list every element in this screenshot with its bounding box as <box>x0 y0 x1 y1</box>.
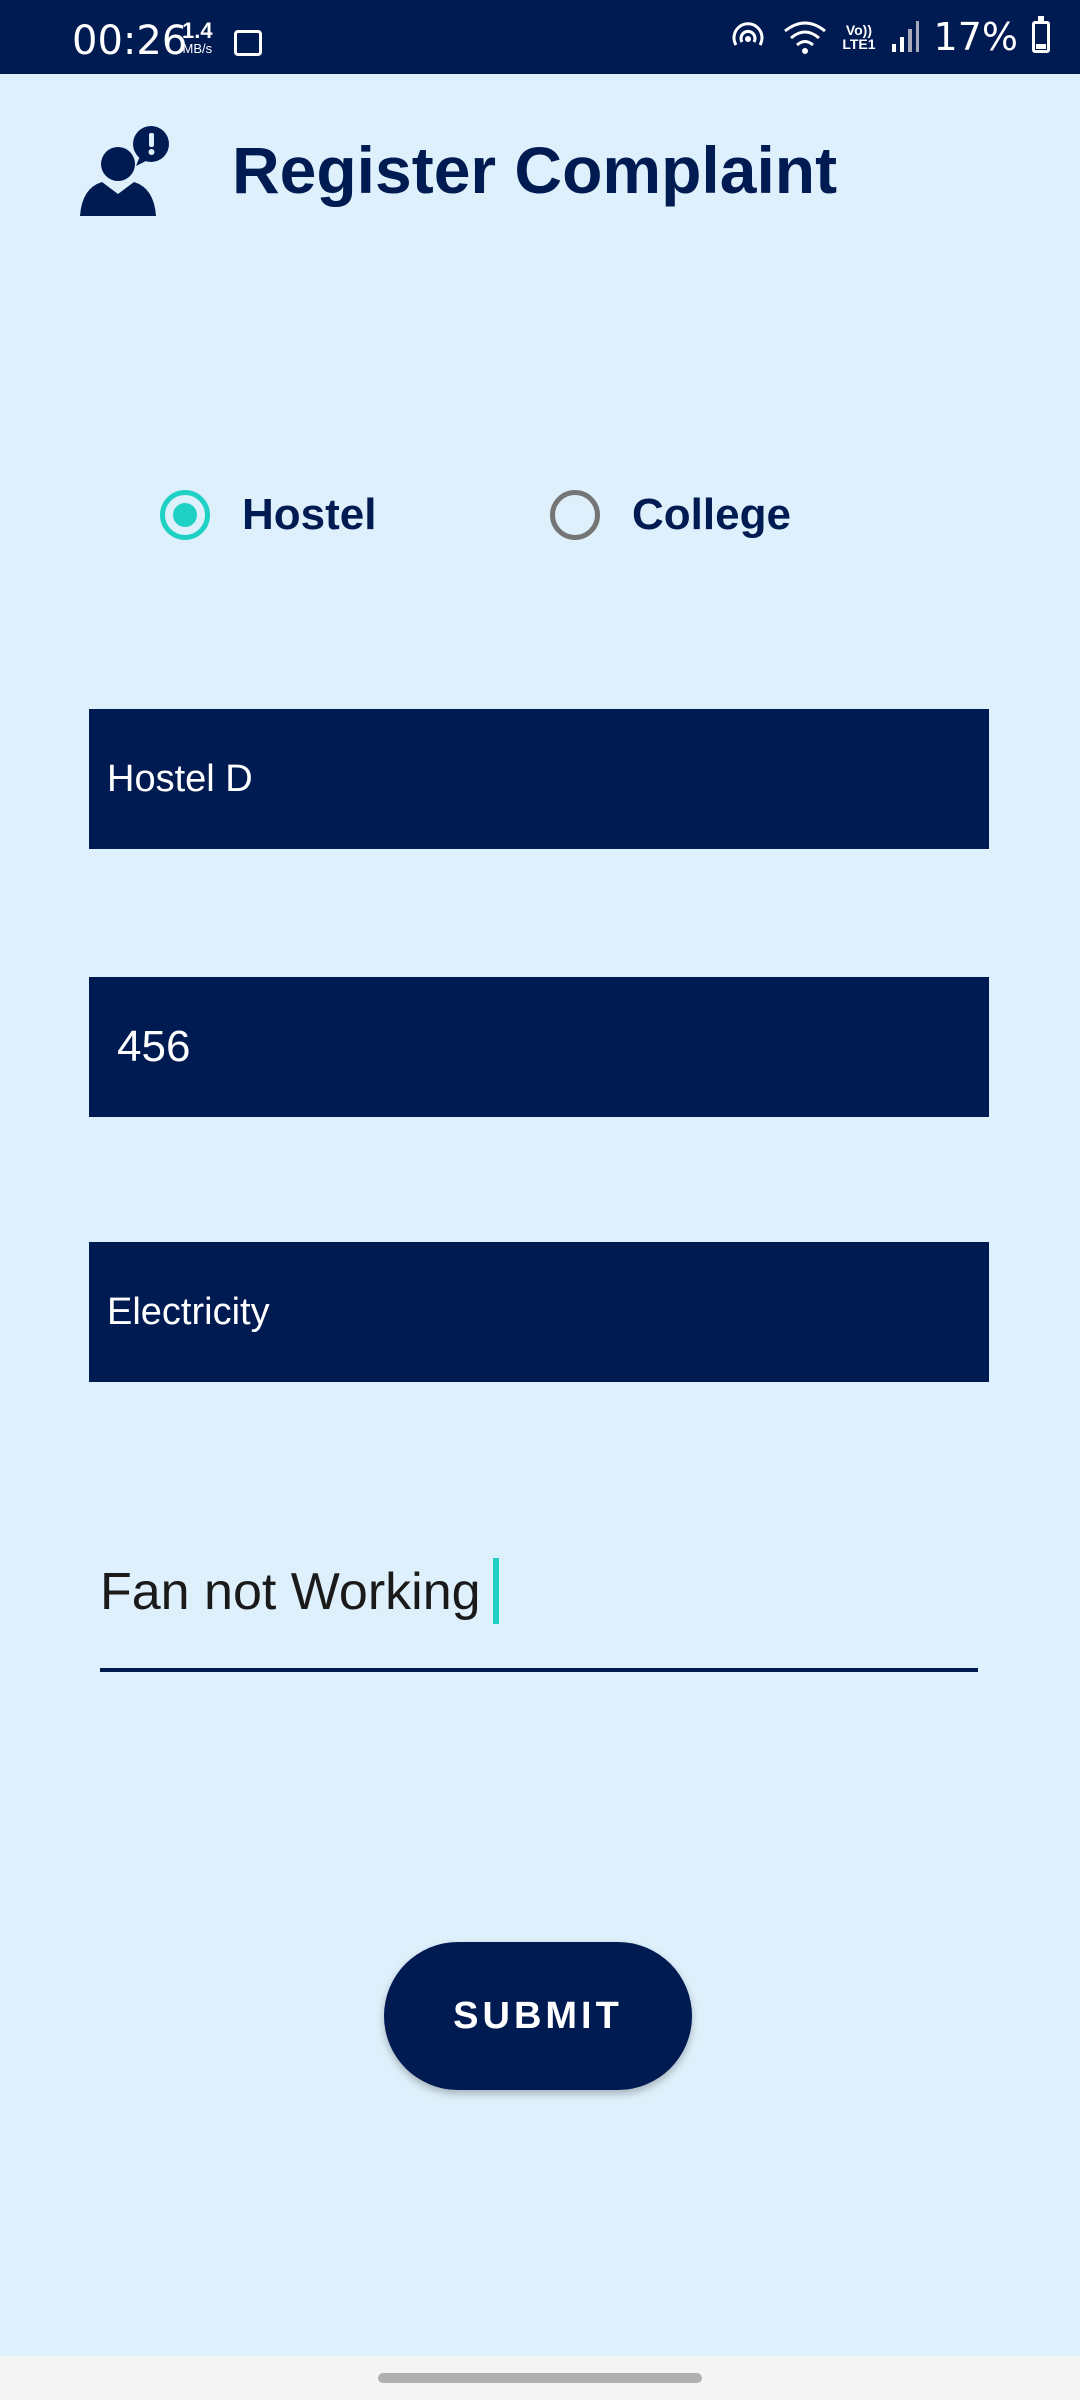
gallery-icon <box>234 30 262 56</box>
radio-hostel-circle[interactable] <box>160 490 210 540</box>
room-number-field[interactable]: 456 <box>89 977 989 1117</box>
category-select[interactable]: Electricity <box>89 1242 989 1382</box>
text-cursor <box>492 1558 499 1625</box>
hostel-select[interactable]: Hostel D <box>89 709 989 849</box>
radio-college[interactable]: College <box>550 490 791 540</box>
radio-college-label[interactable]: College <box>632 490 791 540</box>
volte-bottom-label: LTE1 <box>842 36 876 52</box>
complaint-input[interactable]: Fan not Working <box>100 1540 978 1672</box>
status-time: 00:26 <box>72 18 188 64</box>
radio-hostel[interactable]: Hostel <box>160 490 376 540</box>
wifi-icon <box>784 21 827 54</box>
radio-college-circle[interactable] <box>550 490 600 540</box>
network-speed-unit: MB/s <box>182 41 213 56</box>
navigation-bar <box>0 2356 1080 2400</box>
hostel-value: Hostel D <box>107 757 253 800</box>
home-gesture-handle[interactable] <box>378 2373 702 2383</box>
page-title: Register Complaint <box>232 133 838 207</box>
battery-percent: 17% <box>933 15 1018 59</box>
user-alert-icon <box>80 126 169 216</box>
volte-indicator: Vo)) LTE1 <box>842 23 875 51</box>
submit-button[interactable]: SUBMIT <box>384 1942 692 2090</box>
complaint-text: Fan not Working <box>100 1563 481 1621</box>
room-number-value: 456 <box>117 1022 191 1071</box>
radio-hostel-label[interactable]: Hostel <box>242 490 376 540</box>
hotspot-icon <box>732 22 764 46</box>
network-speed: 1.4 MB/s <box>182 20 213 58</box>
signal-icon <box>891 21 919 52</box>
battery-icon <box>1032 16 1050 53</box>
status-icons: Vo)) LTE1 17% <box>728 14 1050 60</box>
category-value: Electricity <box>107 1290 270 1333</box>
status-bar: 00:26 1.4 MB/s Vo)) LTE1 17% <box>0 0 1080 74</box>
